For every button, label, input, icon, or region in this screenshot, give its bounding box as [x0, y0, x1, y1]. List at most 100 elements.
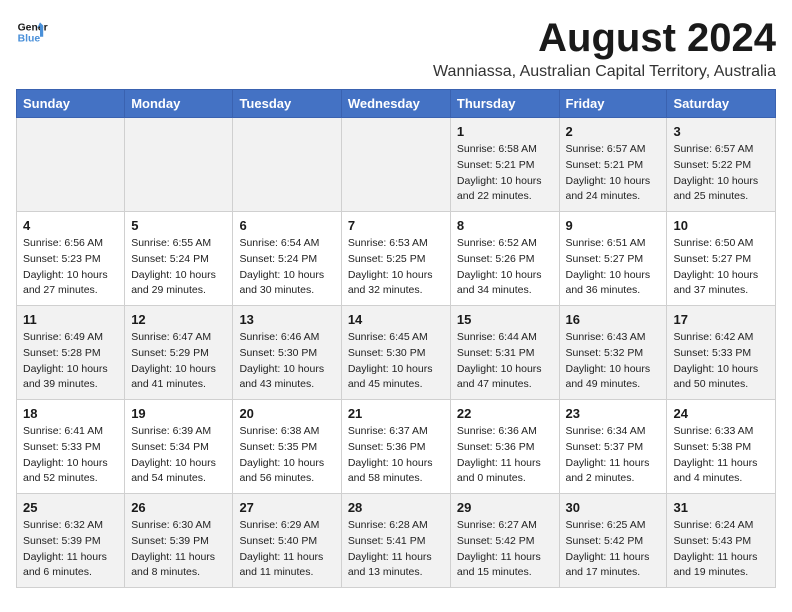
- day-number: 2: [566, 124, 661, 139]
- day-number: 9: [566, 218, 661, 233]
- weekday-header: Sunday: [17, 90, 125, 118]
- weekday-header: Tuesday: [233, 90, 341, 118]
- day-number: 14: [348, 312, 444, 327]
- weekday-header: Thursday: [450, 90, 559, 118]
- day-info: Sunrise: 6:46 AM Sunset: 5:30 PM Dayligh…: [239, 330, 334, 393]
- calendar-cell: 24 Sunrise: 6:33 AM Sunset: 5:38 PM Dayli…: [667, 400, 776, 494]
- day-info: Sunrise: 6:49 AM Sunset: 5:28 PM Dayligh…: [23, 330, 118, 393]
- calendar-cell: [341, 118, 450, 212]
- day-info: Sunrise: 6:45 AM Sunset: 5:30 PM Dayligh…: [348, 330, 444, 393]
- day-info: Sunrise: 6:57 AM Sunset: 5:22 PM Dayligh…: [673, 142, 769, 205]
- day-number: 17: [673, 312, 769, 327]
- calendar-week-row: 4Sunrise: 6:56 AM Sunset: 5:23 PM Daylig…: [17, 212, 776, 306]
- day-number: 27: [239, 500, 334, 515]
- day-info: Sunrise: 6:52 AM Sunset: 5:26 PM Dayligh…: [457, 236, 553, 299]
- day-number: 6: [239, 218, 334, 233]
- calendar-week-row: 11 Sunrise: 6:49 AM Sunset: 5:28 PM Dayli…: [17, 306, 776, 400]
- day-number: 5: [131, 218, 226, 233]
- calendar-cell: 26Sunrise: 6:30 AM Sunset: 5:39 PM Dayli…: [125, 494, 233, 588]
- calendar-cell: 9 Sunrise: 6:51 AM Sunset: 5:27 PM Daylig…: [559, 212, 667, 306]
- weekday-header: Wednesday: [341, 90, 450, 118]
- calendar-cell: 11 Sunrise: 6:49 AM Sunset: 5:28 PM Dayli…: [17, 306, 125, 400]
- weekday-header: Friday: [559, 90, 667, 118]
- calendar-cell: 7Sunrise: 6:53 AM Sunset: 5:25 PM Daylig…: [341, 212, 450, 306]
- day-info: Sunrise: 6:57 AM Sunset: 5:21 PM Dayligh…: [566, 142, 661, 205]
- day-info: Sunrise: 6:54 AM Sunset: 5:24 PM Dayligh…: [239, 236, 334, 299]
- calendar-cell: 31 Sunrise: 6:24 AM Sunset: 5:43 PM Dayli…: [667, 494, 776, 588]
- calendar-cell: 6 Sunrise: 6:54 AM Sunset: 5:24 PM Daylig…: [233, 212, 341, 306]
- calendar-cell: 19Sunrise: 6:39 AM Sunset: 5:34 PM Dayli…: [125, 400, 233, 494]
- day-info: Sunrise: 6:37 AM Sunset: 5:36 PM Dayligh…: [348, 424, 444, 487]
- calendar-cell: 25 Sunrise: 6:32 AM Sunset: 5:39 PM Dayli…: [17, 494, 125, 588]
- day-info: Sunrise: 6:44 AM Sunset: 5:31 PM Dayligh…: [457, 330, 553, 393]
- day-number: 8: [457, 218, 553, 233]
- calendar-cell: [17, 118, 125, 212]
- day-info: Sunrise: 6:58 AM Sunset: 5:21 PM Dayligh…: [457, 142, 553, 205]
- day-number: 31: [673, 500, 769, 515]
- day-number: 23: [566, 406, 661, 421]
- calendar-cell: 30Sunrise: 6:25 AM Sunset: 5:42 PM Dayli…: [559, 494, 667, 588]
- day-info: Sunrise: 6:38 AM Sunset: 5:35 PM Dayligh…: [239, 424, 334, 487]
- calendar-cell: 29 Sunrise: 6:27 AM Sunset: 5:42 PM Dayli…: [450, 494, 559, 588]
- calendar-cell: 17 Sunrise: 6:42 AM Sunset: 5:33 PM Dayli…: [667, 306, 776, 400]
- logo-icon: General Blue: [16, 16, 48, 48]
- header-row: SundayMondayTuesdayWednesdayThursdayFrid…: [17, 90, 776, 118]
- day-number: 22: [457, 406, 553, 421]
- day-number: 16: [566, 312, 661, 327]
- calendar-cell: 16 Sunrise: 6:43 AM Sunset: 5:32 PM Dayli…: [559, 306, 667, 400]
- day-info: Sunrise: 6:24 AM Sunset: 5:43 PM Dayligh…: [673, 518, 769, 581]
- day-number: 26: [131, 500, 226, 515]
- day-number: 4: [23, 218, 118, 233]
- calendar-cell: 21 Sunrise: 6:37 AM Sunset: 5:36 PM Dayli…: [341, 400, 450, 494]
- day-info: Sunrise: 6:32 AM Sunset: 5:39 PM Dayligh…: [23, 518, 118, 581]
- header: General Blue August 2024 Wanniassa, Aust…: [16, 16, 776, 81]
- svg-text:Blue: Blue: [18, 34, 41, 45]
- calendar-week-row: 18Sunrise: 6:41 AM Sunset: 5:33 PM Dayli…: [17, 400, 776, 494]
- calendar-cell: 20 Sunrise: 6:38 AM Sunset: 5:35 PM Dayli…: [233, 400, 341, 494]
- calendar-cell: 22 Sunrise: 6:36 AM Sunset: 5:36 PM Dayli…: [450, 400, 559, 494]
- day-info: Sunrise: 6:29 AM Sunset: 5:40 PM Dayligh…: [239, 518, 334, 581]
- day-info: Sunrise: 6:39 AM Sunset: 5:34 PM Dayligh…: [131, 424, 226, 487]
- day-number: 20: [239, 406, 334, 421]
- day-info: Sunrise: 6:51 AM Sunset: 5:27 PM Dayligh…: [566, 236, 661, 299]
- day-number: 24: [673, 406, 769, 421]
- weekday-header: Saturday: [667, 90, 776, 118]
- day-number: 11: [23, 312, 118, 327]
- calendar-cell: 13Sunrise: 6:46 AM Sunset: 5:30 PM Dayli…: [233, 306, 341, 400]
- day-number: 21: [348, 406, 444, 421]
- calendar-cell: [125, 118, 233, 212]
- day-info: Sunrise: 6:28 AM Sunset: 5:41 PM Dayligh…: [348, 518, 444, 581]
- calendar-cell: 5 Sunrise: 6:55 AM Sunset: 5:24 PM Daylig…: [125, 212, 233, 306]
- day-number: 30: [566, 500, 661, 515]
- calendar-week-row: 1Sunrise: 6:58 AM Sunset: 5:21 PM Daylig…: [17, 118, 776, 212]
- calendar-cell: 28 Sunrise: 6:28 AM Sunset: 5:41 PM Dayli…: [341, 494, 450, 588]
- day-info: Sunrise: 6:55 AM Sunset: 5:24 PM Dayligh…: [131, 236, 226, 299]
- day-number: 3: [673, 124, 769, 139]
- calendar-cell: 27 Sunrise: 6:29 AM Sunset: 5:40 PM Dayli…: [233, 494, 341, 588]
- day-info: Sunrise: 6:53 AM Sunset: 5:25 PM Dayligh…: [348, 236, 444, 299]
- day-number: 12: [131, 312, 226, 327]
- day-info: Sunrise: 6:47 AM Sunset: 5:29 PM Dayligh…: [131, 330, 226, 393]
- day-info: Sunrise: 6:43 AM Sunset: 5:32 PM Dayligh…: [566, 330, 661, 393]
- calendar-cell: 10Sunrise: 6:50 AM Sunset: 5:27 PM Dayli…: [667, 212, 776, 306]
- day-number: 28: [348, 500, 444, 515]
- day-info: Sunrise: 6:41 AM Sunset: 5:33 PM Dayligh…: [23, 424, 118, 487]
- title-area: August 2024 Wanniassa, Australian Capita…: [433, 16, 776, 81]
- calendar-cell: [233, 118, 341, 212]
- day-number: 29: [457, 500, 553, 515]
- calendar-cell: 4Sunrise: 6:56 AM Sunset: 5:23 PM Daylig…: [17, 212, 125, 306]
- weekday-header: Monday: [125, 90, 233, 118]
- svg-text:General: General: [18, 22, 48, 33]
- day-info: Sunrise: 6:33 AM Sunset: 5:38 PM Dayligh…: [673, 424, 769, 487]
- calendar-cell: 3 Sunrise: 6:57 AM Sunset: 5:22 PM Daylig…: [667, 118, 776, 212]
- day-info: Sunrise: 6:27 AM Sunset: 5:42 PM Dayligh…: [457, 518, 553, 581]
- calendar-week-row: 25 Sunrise: 6:32 AM Sunset: 5:39 PM Dayli…: [17, 494, 776, 588]
- calendar-table: SundayMondayTuesdayWednesdayThursdayFrid…: [16, 89, 776, 588]
- day-info: Sunrise: 6:36 AM Sunset: 5:36 PM Dayligh…: [457, 424, 553, 487]
- main-title: August 2024: [433, 16, 776, 61]
- day-number: 25: [23, 500, 118, 515]
- day-info: Sunrise: 6:42 AM Sunset: 5:33 PM Dayligh…: [673, 330, 769, 393]
- day-number: 10: [673, 218, 769, 233]
- day-info: Sunrise: 6:34 AM Sunset: 5:37 PM Dayligh…: [566, 424, 661, 487]
- calendar-cell: 15Sunrise: 6:44 AM Sunset: 5:31 PM Dayli…: [450, 306, 559, 400]
